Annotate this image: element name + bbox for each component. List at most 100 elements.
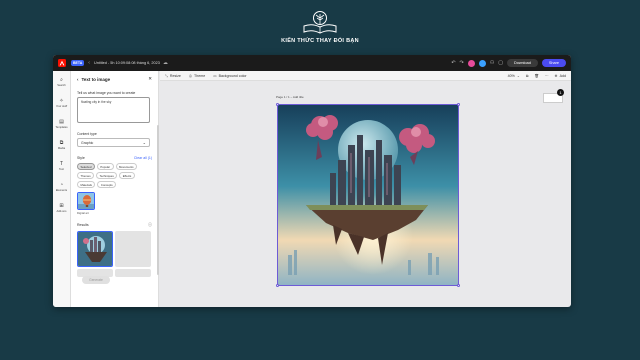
result-placeholder-2[interactable]	[115, 231, 151, 267]
rail-item-search[interactable]: ⌕ Search	[53, 72, 70, 92]
background-color-icon: ▭	[213, 73, 217, 78]
content-type-select[interactable]: Graphic ⌄	[77, 138, 150, 147]
results-header: Results ⓘ	[77, 222, 152, 228]
rail-item-your-stuff[interactable]: ✧ Your stuff	[53, 93, 70, 113]
download-button[interactable]: Download	[506, 59, 538, 67]
sparkle-icon: ✧	[59, 97, 64, 104]
search-icon: ⌕	[60, 76, 63, 83]
info-icon[interactable]: ⓘ	[148, 222, 152, 228]
top-bar: BETA ‹ Untitled - 5h 10:09:08:08 tháng 6…	[53, 55, 571, 71]
text-icon: T	[59, 160, 64, 167]
zoom-value: 40%	[507, 73, 515, 78]
rail-label: Your stuff	[55, 104, 68, 108]
chip-effects[interactable]: Effects	[119, 172, 135, 179]
content-type-label: Content type	[77, 132, 97, 136]
brand-logo: KIẾN THỨC THAY ĐỔI BẠN	[0, 10, 640, 44]
document-title[interactable]: Untitled - 5h 10:09:08:08 tháng 6, 2023	[94, 61, 160, 65]
close-icon[interactable]: ✕	[148, 76, 152, 82]
redo-icon[interactable]: ↷	[460, 60, 464, 66]
balloon-thumbnail-image	[78, 193, 94, 209]
add-label: Add	[559, 73, 566, 78]
rail-label: Elements	[55, 188, 68, 192]
back-icon[interactable]: ‹	[77, 77, 79, 82]
style-chips: Selected Popular Movements Themes Techni…	[77, 163, 153, 188]
elements-icon: ◔	[59, 181, 64, 188]
panel-scrollbar[interactable]	[157, 125, 159, 275]
generate-button[interactable]: Generate	[82, 276, 110, 284]
style-thumbnail-label: Digital art	[77, 211, 89, 215]
chevron-left-icon[interactable]: ‹	[88, 60, 90, 66]
canvas-toolbar-right: 40% ⌄ ⧉ 🗑 ⋯ ⊕ Add	[508, 74, 566, 78]
resize-button[interactable]: ⤡ Resize	[165, 74, 181, 78]
rail-label: Text	[59, 167, 64, 171]
resize-label: Resize	[169, 73, 181, 78]
chip-movements[interactable]: Movements	[115, 163, 137, 170]
chip-concepts[interactable]: Concepts	[97, 181, 117, 188]
user-avatar[interactable]	[467, 59, 475, 67]
prompt-textarea[interactable]: floating city in the sky	[77, 97, 150, 123]
add-icon: ⊕	[554, 73, 558, 78]
theme-icon: ◎	[188, 73, 193, 78]
chip-themes[interactable]: Themes	[77, 172, 95, 179]
text-to-image-panel: ‹ Text to image ✕ Tell us what image you…	[71, 71, 159, 307]
comment-icon[interactable]: ▢	[498, 60, 503, 66]
content-type-value: Graphic	[81, 140, 94, 145]
chip-popular[interactable]: Popular	[96, 163, 114, 170]
zoom-select[interactable]: 40% ⌄	[508, 74, 520, 78]
rail-label: Media	[57, 146, 66, 150]
people-icon[interactable]: ⚇	[490, 60, 494, 66]
style-label: Style	[77, 156, 85, 160]
rail-item-text[interactable]: T Text	[53, 156, 70, 176]
topbar-actions: ↶ ↷ ⚇ ▢ Download Share	[451, 59, 566, 67]
page-title-label[interactable]: Page 1 / 1 – Add title	[276, 95, 304, 99]
results-grid	[77, 231, 152, 277]
resize-icon: ⤡	[165, 73, 168, 78]
chevron-down-icon: ⌄	[516, 73, 520, 78]
undo-icon[interactable]: ↶	[451, 60, 455, 66]
media-icon: ⧉	[59, 139, 64, 146]
rail-item-media[interactable]: ⧉ Media	[53, 135, 70, 155]
express-app-window: BETA ‹ Untitled - 5h 10:09:08:08 tháng 6…	[53, 55, 571, 307]
trash-icon[interactable]: 🗑	[534, 74, 539, 78]
addons-icon: ⊞	[59, 202, 64, 209]
style-thumbnail-digital-art[interactable]	[77, 192, 95, 210]
result-placeholder-4[interactable]	[115, 269, 151, 277]
background-color-label: Background color	[218, 73, 247, 78]
clear-all-link[interactable]: Clear all (1)	[134, 156, 152, 160]
share-button[interactable]: Share	[541, 59, 566, 67]
resize-handle[interactable]	[457, 103, 460, 106]
more-icon[interactable]: ⋯	[545, 74, 549, 78]
canvas-toolbar: ⤡ Resize ◎ Theme ▭ Background color 40% …	[160, 71, 571, 81]
resize-handle[interactable]	[276, 103, 279, 106]
theme-label: Theme	[194, 73, 206, 78]
add-page-button[interactable]: ⊕ Add	[555, 74, 566, 78]
duplicate-icon[interactable]: ⧉	[526, 74, 529, 78]
template-icon: ▤	[59, 118, 64, 125]
adobe-logo-icon[interactable]	[58, 59, 66, 67]
rail-label: Templates	[55, 125, 68, 129]
floating-city-canvas-image	[278, 105, 458, 285]
logo-text: KIẾN THỨC THAY ĐỔI BẠN	[281, 38, 359, 44]
prompt-label: Tell us what image you want to create	[77, 91, 136, 95]
rail-item-addons[interactable]: ⊞ Add-ons	[53, 198, 70, 218]
resize-handle[interactable]	[276, 284, 279, 287]
chip-selected[interactable]: Selected	[77, 163, 95, 170]
chip-techniques[interactable]: Techniques	[96, 172, 118, 179]
theme-button[interactable]: ◎ Theme	[189, 74, 205, 78]
style-header: Style Clear all (1)	[77, 156, 152, 160]
result-thumbnail-1[interactable]	[77, 231, 113, 267]
chip-materials[interactable]: Materials	[77, 181, 96, 188]
rail-item-templates[interactable]: ▤ Templates	[53, 114, 70, 134]
collaborator-avatar[interactable]	[478, 59, 486, 67]
results-label: Results	[77, 223, 89, 227]
chevron-down-icon: ⌄	[142, 140, 146, 145]
rail-item-elements[interactable]: ◔ Elements	[53, 177, 70, 197]
resize-handle[interactable]	[457, 284, 460, 287]
cloud-icon[interactable]: ☁	[163, 60, 168, 66]
floating-city-result-image	[78, 232, 112, 266]
background-color-button[interactable]: ▭ Background color	[213, 74, 246, 78]
beta-badge: BETA	[71, 60, 85, 66]
book-tree-logo-icon	[303, 11, 337, 34]
page-count-badge: 1	[557, 89, 564, 96]
artboard-image[interactable]	[276, 103, 460, 287]
